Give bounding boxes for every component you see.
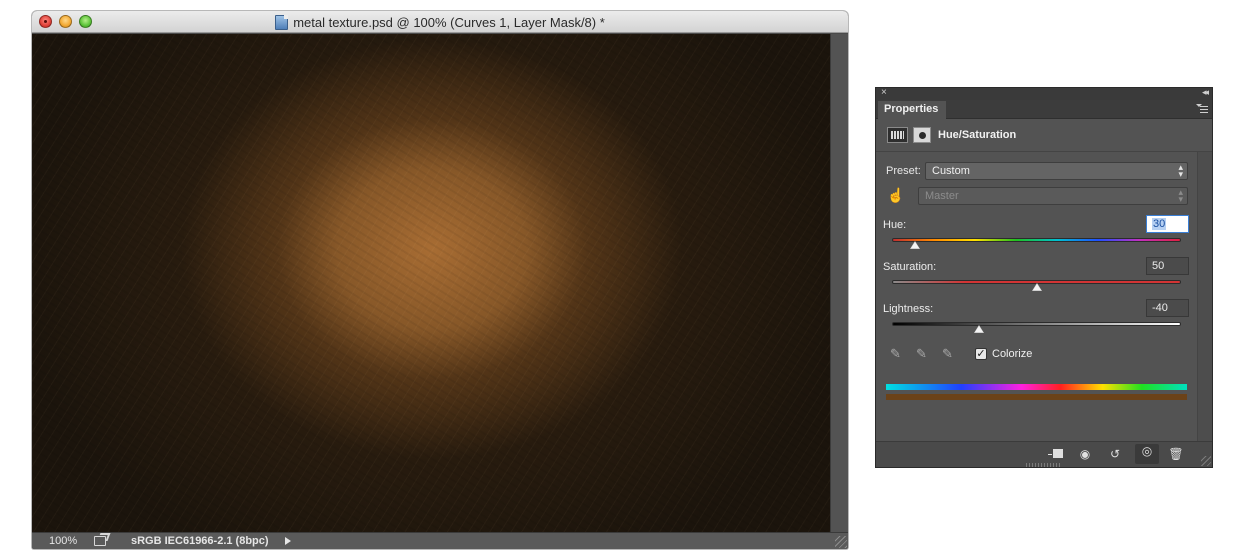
lightness-label: Lightness: [883, 303, 934, 315]
saturation-value-text: 50 [1152, 260, 1165, 272]
lightness-value-text: -40 [1152, 302, 1168, 314]
lightness-slider-track[interactable] [892, 322, 1181, 326]
document-status-bar: 100% sRGB IEC61966-2.1 (8bpc) [32, 532, 848, 549]
saturation-slider-thumb[interactable] [1031, 283, 1042, 291]
toggle-visibility-icon[interactable]: ◎ [1135, 444, 1159, 464]
window-resize-grip-icon[interactable] [835, 536, 847, 548]
panel-resize-grip-icon[interactable] [1201, 456, 1211, 466]
saturation-value-input[interactable]: 50 [1146, 257, 1189, 275]
adjustment-header: Hue/Saturation [876, 119, 1212, 152]
colorize-label[interactable]: Colorize [992, 348, 1032, 360]
hand-targeted-adjustment-icon[interactable]: ☝ [887, 187, 905, 205]
lightness-slider-thumb[interactable] [973, 325, 984, 333]
delete-layer-icon[interactable]: 🗑 [1168, 447, 1184, 461]
eyedropper-subtract-icon[interactable]: ✎ [942, 346, 960, 364]
panel-top-bar[interactable]: × ◂◂ [876, 87, 1212, 100]
hue-value-text: 30 [1152, 218, 1167, 230]
document-window: metal texture.psd @ 100% (Curves 1, Laye… [32, 11, 848, 549]
collapse-panel-icon[interactable]: ◂◂ [1202, 87, 1209, 98]
layer-mask-icon[interactable] [913, 127, 931, 143]
input-color-spectrum-bar [886, 384, 1187, 390]
document-profile: sRGB IEC61966-2.1 (8bpc) [131, 535, 269, 547]
hue-label: Hue: [883, 219, 907, 231]
tab-properties[interactable]: Properties [878, 101, 947, 119]
hue-saturation-adjustment-icon[interactable] [887, 127, 908, 143]
chevron-updown-icon: ▴ ▾ [1178, 162, 1183, 179]
view-previous-state-icon[interactable]: ◉ [1077, 447, 1093, 461]
colorize-checkbox[interactable]: ✓ [975, 348, 987, 360]
hue-slider-track[interactable] [892, 238, 1181, 242]
output-color-spectrum-bar [886, 394, 1187, 400]
channel-dropdown: Master ▴ ▾ [918, 187, 1188, 205]
chevron-updown-icon: ▴ ▾ [1178, 187, 1183, 204]
properties-panel: × ◂◂ Properties Hue/Saturation Preset: C… [875, 87, 1213, 468]
reset-adjustment-icon[interactable]: ↺ [1107, 447, 1123, 461]
status-menu-arrow-icon[interactable] [285, 537, 291, 545]
panel-footer-toolbar: ◉ ↺ ◎ 🗑 [876, 441, 1212, 467]
lightness-value-input[interactable]: -40 [1146, 299, 1189, 317]
channel-value: Master [925, 190, 959, 202]
saturation-label: Saturation: [883, 261, 937, 273]
preset-value: Custom [932, 165, 970, 177]
window-title: metal texture.psd @ 100% (Curves 1, Laye… [293, 14, 605, 30]
close-icon[interactable]: × [881, 87, 887, 98]
eyedropper-icon[interactable]: ✎ [890, 346, 908, 364]
preset-dropdown[interactable]: Custom ▴ ▾ [925, 162, 1188, 180]
panel-tab-bar: Properties [876, 100, 1212, 119]
eyedropper-add-icon[interactable]: ✎ [916, 346, 934, 364]
panel-vertical-scrollbar[interactable] [1197, 152, 1212, 441]
panel-grip-icon[interactable] [1026, 463, 1060, 467]
preset-label: Preset: [886, 165, 921, 177]
zoom-level[interactable]: 100% [49, 535, 77, 547]
hue-slider-thumb[interactable] [910, 241, 921, 249]
panel-menu-icon[interactable] [1196, 104, 1208, 114]
hue-value-input[interactable]: 30 [1146, 215, 1189, 233]
adjustment-title: Hue/Saturation [938, 129, 1017, 141]
image-canvas[interactable] [32, 34, 830, 532]
share-icon[interactable] [94, 536, 106, 546]
canvas-vertical-scrollbar[interactable] [830, 34, 848, 532]
clip-to-layer-icon[interactable] [1048, 447, 1064, 461]
psd-document-icon [275, 14, 289, 30]
window-title-group: metal texture.psd @ 100% (Curves 1, Laye… [32, 11, 848, 33]
window-titlebar[interactable]: metal texture.psd @ 100% (Curves 1, Laye… [32, 11, 848, 33]
